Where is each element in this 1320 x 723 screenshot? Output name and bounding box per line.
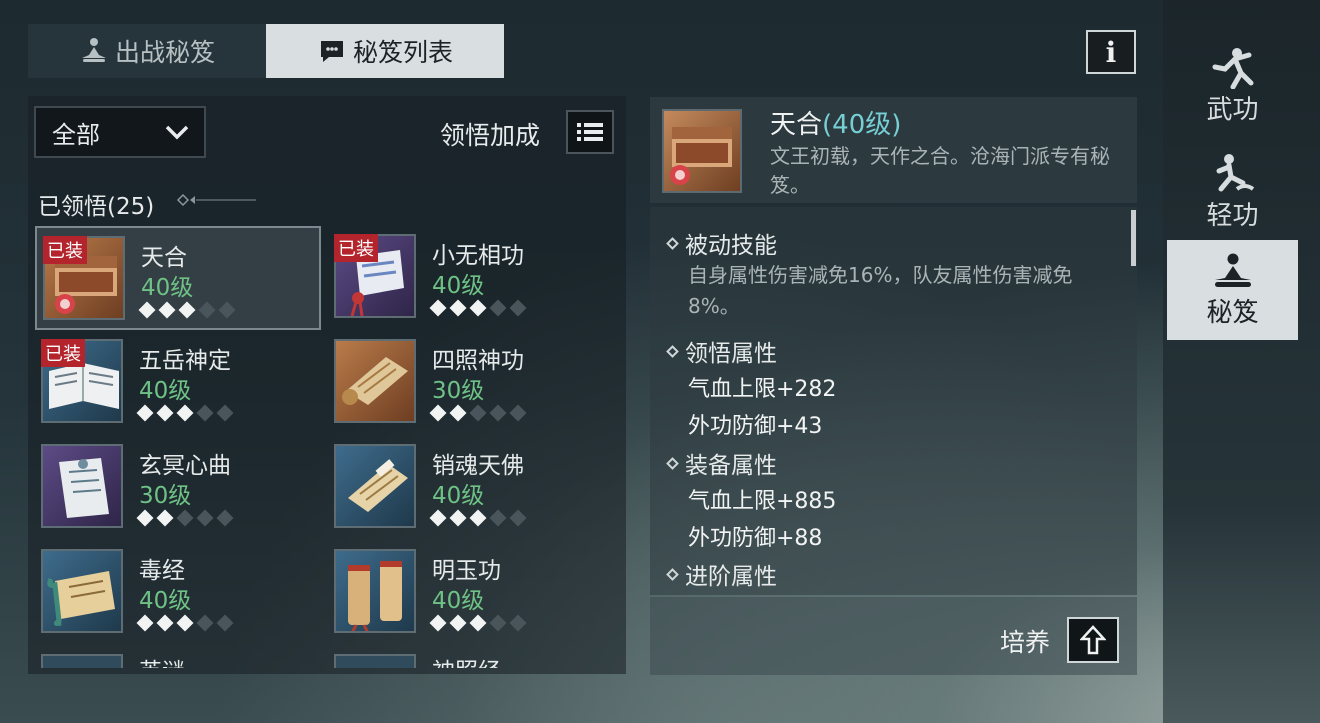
section-comprehend: 领悟属性 [666, 334, 777, 368]
filter-dropdown[interactable]: 全部 [34, 106, 206, 158]
star-rating [429, 299, 528, 317]
detail-title: 天合(40级) [770, 104, 901, 141]
learned-count-label: 已领悟(25) [38, 194, 155, 220]
tab-bar: 出战秘笈 秘笈列表 [28, 24, 504, 78]
equipped-badge: 已装 [43, 236, 87, 264]
manual-level: 40级 [141, 275, 194, 301]
manual-name: 毒经 [139, 558, 185, 584]
equipped-badge: 已装 [334, 234, 378, 262]
manual-card-xuanming[interactable]: 玄冥心曲 30级 [35, 436, 321, 540]
detail-footer [650, 597, 1137, 675]
diamond-bullet-icon [666, 344, 679, 358]
divider-ornament [176, 193, 256, 207]
nav-label: 轻功 [1206, 200, 1259, 231]
star-rating [136, 614, 235, 632]
manual-level: 40级 [139, 588, 192, 614]
cultivate-button[interactable] [1067, 617, 1119, 663]
manual-card-wuyue[interactable]: 已装 五岳神定 40级 [35, 331, 321, 435]
manual-card-xiaowuxiang[interactable]: 已装 小无相功 40级 [328, 226, 614, 330]
manual-name: 四照神功 [432, 348, 524, 374]
nav-martial-arts[interactable]: 武功 [1167, 36, 1298, 136]
manual-name: 英谜 [139, 652, 185, 668]
manual-thumb [41, 654, 123, 668]
manual-level: 40级 [432, 273, 485, 299]
detail-scrollbar[interactable] [1131, 210, 1136, 266]
detail-name: 天合 [770, 110, 823, 140]
tab-equipped-manuals[interactable]: 出战秘笈 [28, 24, 266, 78]
info-button[interactable]: i [1086, 30, 1136, 74]
detail-manual-image [662, 109, 742, 193]
manual-scroll-image [41, 444, 123, 528]
chevron-down-icon [164, 121, 190, 149]
manual-name: 天合 [141, 245, 187, 271]
manual-name: 销魂天佛 [432, 453, 524, 479]
manual-card-yingmi[interactable]: 英谜 [35, 646, 321, 668]
attr-row: 气血上限+282 [688, 377, 837, 402]
manual-name: 神照经 [432, 652, 501, 668]
manual-level: 40级 [432, 483, 485, 509]
section-advance: 进阶属性 [666, 557, 777, 591]
list-icon [577, 123, 603, 141]
bonus-list-button[interactable] [566, 110, 614, 154]
cultivate-label: 培养 [1000, 628, 1051, 657]
equipped-badge: 已装 [41, 339, 85, 367]
qinggong-figure-icon [1216, 153, 1254, 191]
manual-card-shenzhao[interactable]: 神照经 [328, 646, 614, 668]
manual-card-xiaohun[interactable]: 销魂天佛 40级 [328, 436, 614, 540]
manual-name: 玄冥心曲 [139, 453, 231, 479]
section-title: 被动技能 [685, 233, 777, 259]
nav-label: 武功 [1206, 94, 1259, 125]
passive-text: 自身属性伤害减免16%，队友属性伤害减免8%。 [688, 263, 1073, 318]
attr-row: 气血上限+885 [688, 489, 837, 514]
manual-name: 明玉功 [432, 558, 501, 584]
upgrade-arrow-icon [1080, 625, 1106, 655]
martial-figure-icon [1212, 47, 1253, 89]
star-rating [136, 404, 235, 422]
tab-manual-list[interactable]: 秘笈列表 [266, 24, 504, 78]
meditation-icon [79, 36, 109, 66]
section-equip: 装备属性 [666, 446, 777, 480]
manual-level: 30级 [139, 483, 192, 509]
manual-level: 40级 [432, 588, 485, 614]
diamond-bullet-icon [666, 567, 679, 581]
manual-scroll-image [334, 549, 416, 633]
section-title: 进阶属性 [685, 564, 777, 590]
diamond-bullet-icon [666, 236, 679, 250]
nav-label: 秘笈 [1206, 297, 1259, 328]
manual-level: 40级 [139, 378, 192, 404]
star-rating [429, 509, 528, 527]
manual-name: 五岳神定 [139, 348, 231, 374]
star-rating [138, 301, 237, 319]
manual-card-tianhe[interactable]: 已装 天合 40级 [35, 226, 321, 330]
comprehension-bonus-label: 领悟加成 [440, 121, 541, 150]
manual-scroll-image [334, 444, 416, 528]
info-icon: i [1105, 35, 1117, 69]
tab-label: 秘笈列表 [352, 38, 453, 67]
meditation-figure-icon [1214, 253, 1251, 287]
nav-secret-manuals[interactable]: 秘笈 [1167, 240, 1298, 340]
manual-scroll-image [41, 549, 123, 633]
chat-bubble-icon [317, 36, 347, 66]
nav-qinggong[interactable]: 轻功 [1167, 142, 1298, 242]
manual-card-dujing[interactable]: 毒经 40级 [35, 541, 321, 645]
section-title: 装备属性 [685, 453, 777, 479]
attr-row: 外功防御+88 [688, 526, 823, 551]
section-title: 领悟属性 [685, 341, 777, 367]
diamond-bullet-icon [666, 456, 679, 470]
star-rating [136, 509, 235, 527]
filter-value: 全部 [52, 120, 100, 149]
manual-name: 小无相功 [432, 243, 524, 269]
section-passive: 被动技能 [666, 226, 777, 260]
manual-card-sizhao[interactable]: 四照神功 30级 [328, 331, 614, 435]
manual-thumb [334, 654, 416, 668]
star-rating [429, 614, 528, 632]
manual-scroll-image [334, 339, 416, 423]
manual-level: 30级 [432, 378, 485, 404]
manual-card-mingyu[interactable]: 明玉功 40级 [328, 541, 614, 645]
detail-level: (40级) [822, 110, 902, 140]
attr-row: 外功防御+43 [688, 414, 823, 439]
tab-label: 出战秘笈 [114, 38, 215, 67]
star-rating [429, 404, 528, 422]
detail-description: 文王初载，天作之合。沧海门派专有秘笈。 [770, 144, 1110, 197]
